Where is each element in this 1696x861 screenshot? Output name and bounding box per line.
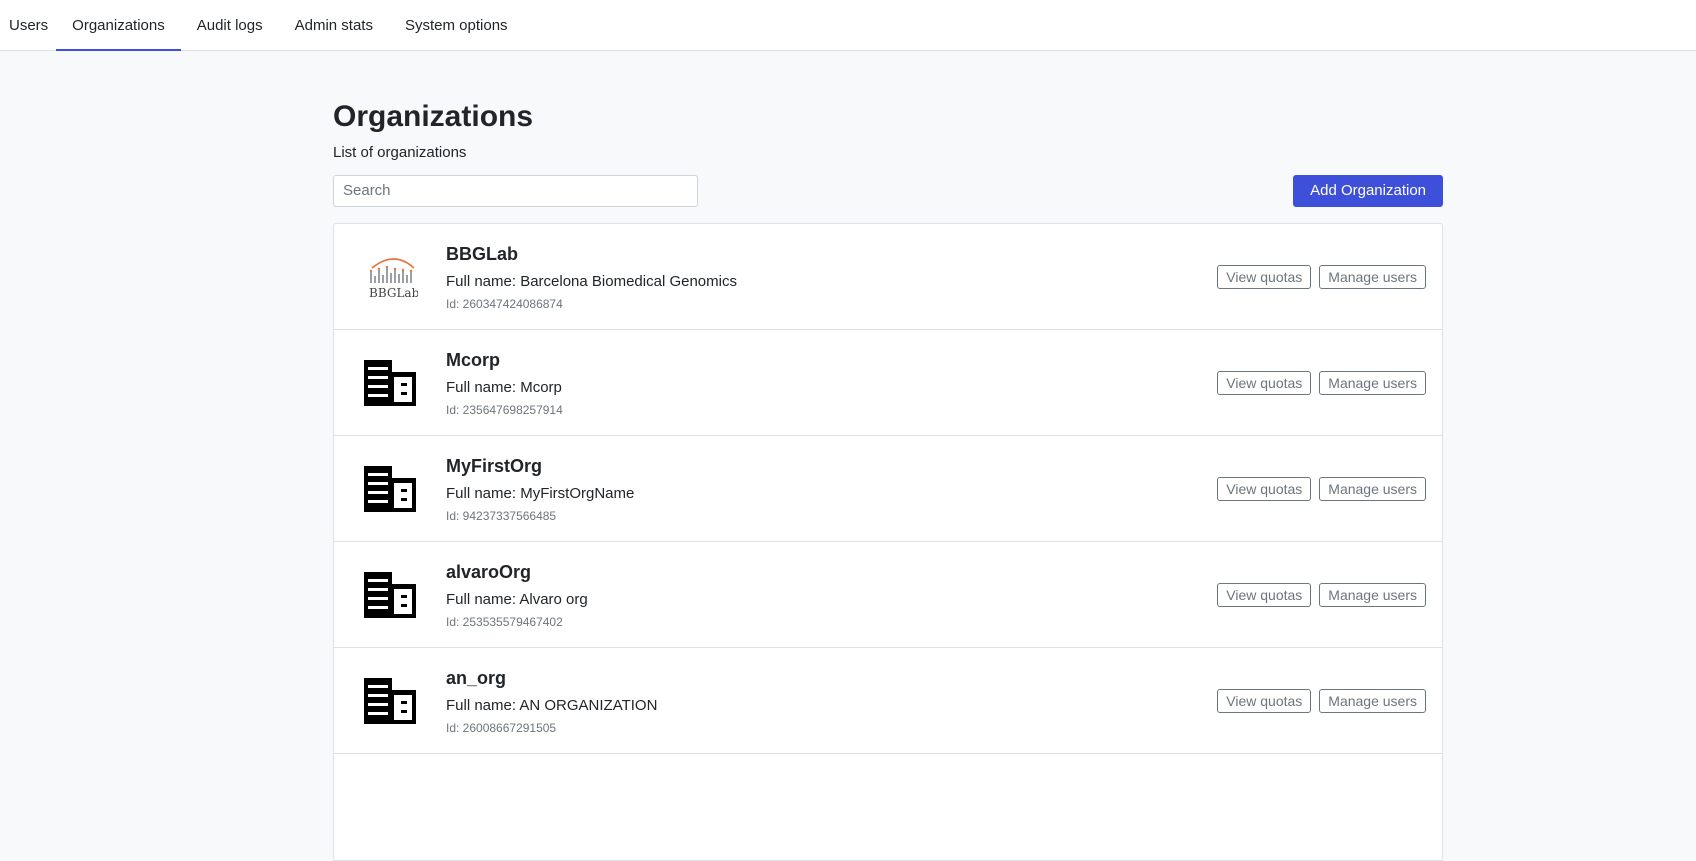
view-quotas-button[interactable]: View quotas [1217,582,1312,607]
organization-name: MyFirstOrg [446,456,543,476]
organization-full-name: Full name: Alvaro org [446,591,588,608]
manage-users-button[interactable]: Manage users [1319,688,1426,713]
organization-name: Mcorp [446,350,500,370]
add-organization-button[interactable]: Add Organization [1293,174,1443,207]
row-actions: View quotas Manage users [1217,370,1442,395]
organization-row: an_org Full name: AN ORGANIZATION Id: 26… [334,648,1442,754]
organization-list: BBGLab BBGLab Full name: Barcelona Biome… [333,223,1443,861]
organization-id: Id: 260347424086874 [446,297,563,311]
view-quotas-button[interactable]: View quotas [1217,476,1312,501]
organization-row: Mcorp Full name: Mcorp Id: 2356476982579… [334,330,1442,436]
organization-info: BBGLab Full name: Barcelona Biomedical G… [446,241,1217,312]
organization-row: MyFirstOrg Full name: MyFirstOrgName Id:… [334,436,1442,542]
manage-users-button[interactable]: Manage users [1319,476,1426,501]
organization-row: alvaroOrg Full name: Alvaro org Id: 2535… [334,542,1442,648]
view-quotas-button[interactable]: View quotas [1217,370,1312,395]
building-icon [334,436,446,542]
bbglab-logo: BBGLab [334,224,446,330]
manage-users-button[interactable]: Manage users [1319,582,1426,607]
tab-organizations[interactable]: Organizations [56,0,181,51]
row-actions: View quotas Manage users [1217,582,1442,607]
page-subtitle: List of organizations [333,144,467,161]
tab-audit-logs[interactable]: Audit logs [181,0,279,50]
building-icon [334,330,446,436]
organization-id: Id: 253535579467402 [446,615,563,629]
organization-full-name: Full name: AN ORGANIZATION [446,697,658,714]
organization-name: an_org [446,668,507,688]
organization-full-name: Full name: Barcelona Biomedical Genomics [446,273,737,290]
tab-users[interactable]: Users [0,0,56,50]
organization-info: an_org Full name: AN ORGANIZATION Id: 26… [446,665,1217,736]
row-actions: View quotas Manage users [1217,688,1442,713]
organization-id: Id: 94237337566485 [446,509,557,523]
building-icon [334,542,446,648]
row-actions: View quotas Manage users [1217,476,1442,501]
manage-users-button[interactable]: Manage users [1319,370,1426,395]
organization-full-name: Full name: Mcorp [446,379,562,396]
view-quotas-button[interactable]: View quotas [1217,688,1312,713]
main-content: Organizations List of organizations Add … [333,51,1443,861]
organization-name: alvaroOrg [446,562,532,582]
manage-users-button[interactable]: Manage users [1319,264,1426,289]
organization-row: BBGLab BBGLab Full name: Barcelona Biome… [334,224,1442,330]
organization-id: Id: 235647698257914 [446,403,563,417]
organization-info: MyFirstOrg Full name: MyFirstOrgName Id:… [446,453,1217,524]
organization-name: BBGLab [446,244,518,264]
page-title: Organizations [333,100,534,133]
organization-info: Mcorp Full name: Mcorp Id: 2356476982579… [446,347,1217,418]
view-quotas-button[interactable]: View quotas [1217,264,1312,289]
toolbar: Add Organization [333,174,1443,207]
row-actions: View quotas Manage users [1217,264,1442,289]
organization-id: Id: 26008667291505 [446,721,557,735]
top-nav: Users Organizations Audit logs Admin sta… [0,0,1696,51]
organization-full-name: Full name: MyFirstOrgName [446,485,635,502]
tab-system-options[interactable]: System options [389,0,524,50]
tab-admin-stats[interactable]: Admin stats [279,0,389,50]
building-icon [334,648,446,754]
organization-info: alvaroOrg Full name: Alvaro org Id: 2535… [446,559,1217,630]
svg-text:BBGLab: BBGLab [369,286,418,300]
organization-row [334,754,1442,860]
search-input[interactable] [333,174,698,207]
